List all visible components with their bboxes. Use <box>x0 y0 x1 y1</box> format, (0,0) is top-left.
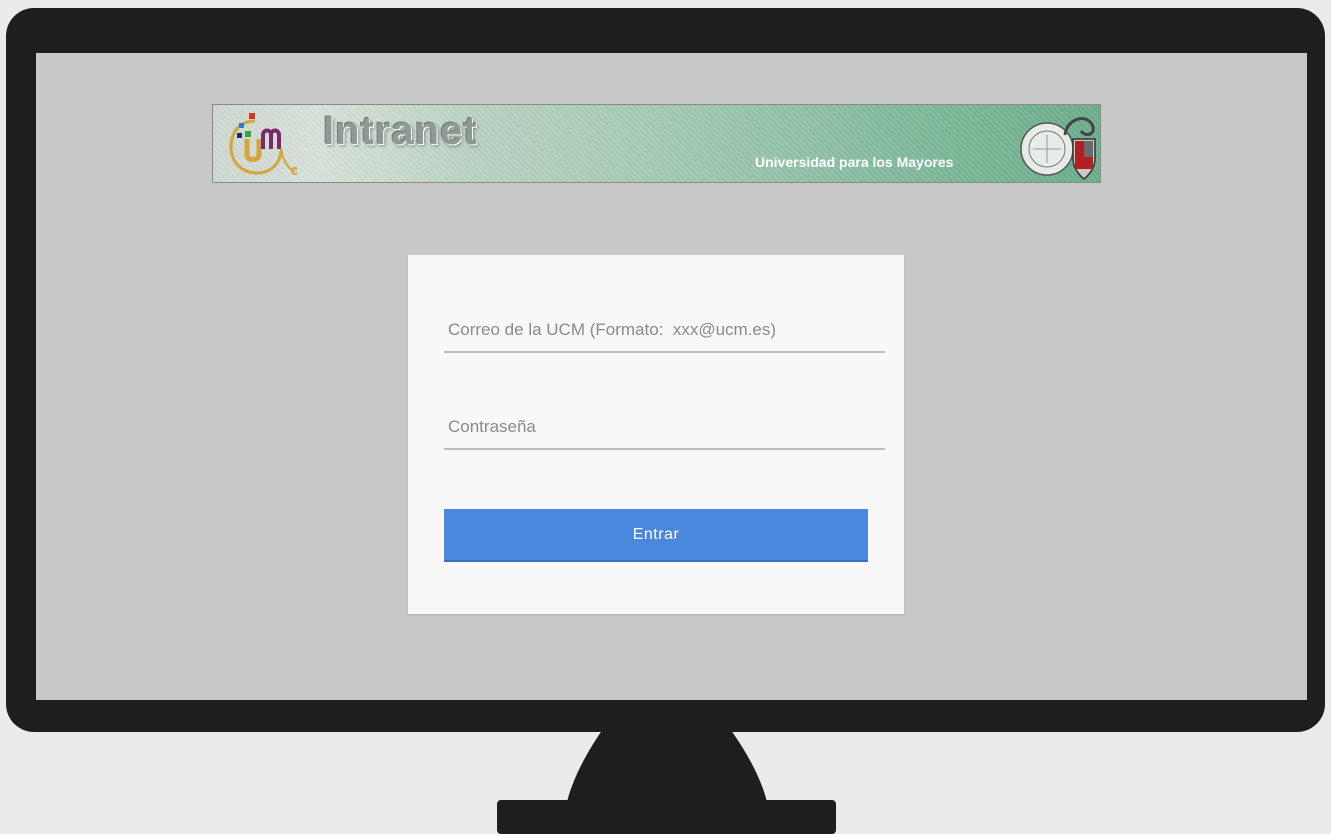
monitor-frame: Intranet Universidad para los Mayores En… <box>6 8 1325 732</box>
browser-screen: Intranet Universidad para los Mayores En… <box>36 53 1307 700</box>
password-input[interactable] <box>444 406 885 450</box>
banner-subtitle: Universidad para los Mayores <box>755 154 954 170</box>
login-button[interactable]: Entrar <box>444 509 868 560</box>
intranet-banner: Intranet Universidad para los Mayores <box>212 104 1101 183</box>
login-form: Entrar <box>408 255 904 614</box>
banner-title: Intranet <box>323 109 478 153</box>
email-input[interactable] <box>444 309 885 353</box>
university-seal-icon <box>1020 117 1096 180</box>
stage: Intranet Universidad para los Mayores En… <box>0 0 1331 834</box>
um-logo-icon <box>229 113 297 175</box>
